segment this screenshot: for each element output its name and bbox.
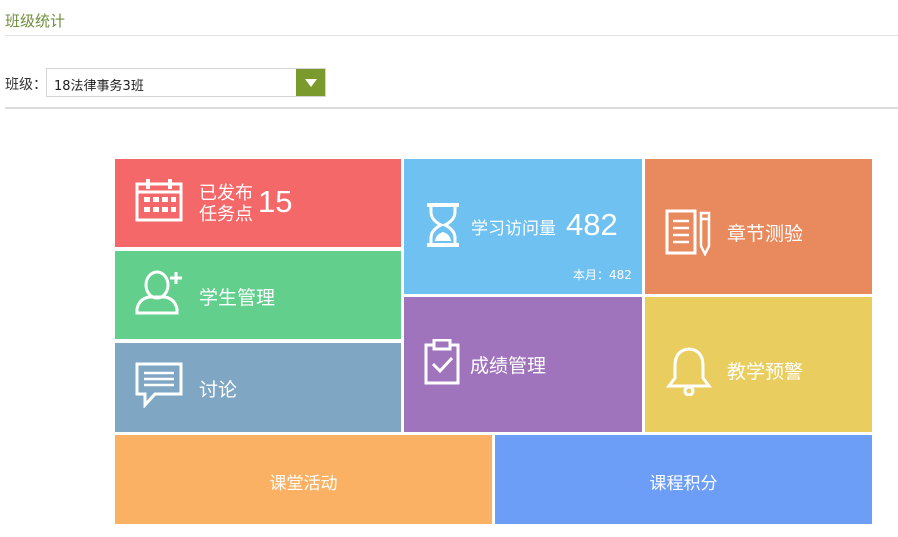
tile-student-management[interactable]: 学生管理	[115, 251, 401, 339]
page-title: 班级统计	[5, 12, 66, 30]
add-user-icon	[135, 270, 182, 315]
header-divider	[5, 35, 898, 36]
tile-discussion[interactable]: 讨论	[115, 343, 401, 432]
filter-divider	[5, 107, 898, 109]
warning-label: 教学预警	[727, 361, 804, 383]
class-select-value: 18法律事务3班	[54, 79, 144, 94]
tile-study-visits[interactable]: 学习访问量 482 本月：482	[404, 159, 642, 294]
hourglass-icon	[427, 203, 459, 247]
tile-teaching-warning[interactable]: 教学预警	[645, 297, 872, 432]
tile-course-points[interactable]: 课程积分	[495, 435, 872, 524]
tile-tasks-published[interactable]: 已发布 任务点 15	[115, 159, 401, 247]
tile-class-activity[interactable]: 课堂活动	[115, 435, 492, 524]
class-filter-label: 班级：	[5, 77, 47, 93]
tasks-label-line2: 任务点	[199, 204, 253, 225]
tile-grade-management[interactable]: 成绩管理	[404, 297, 642, 432]
visits-month-note: 本月：482	[573, 268, 632, 282]
document-pencil-icon	[665, 209, 711, 256]
quiz-label: 章节测验	[727, 223, 804, 245]
tile-chapter-quiz[interactable]: 章节测验	[645, 159, 872, 294]
visits-count: 482	[566, 207, 618, 242]
tasks-count: 15	[258, 184, 293, 219]
activity-label: 课堂活动	[269, 474, 338, 494]
chat-icon	[135, 362, 183, 408]
bell-icon	[666, 347, 712, 396]
calendar-icon	[135, 179, 183, 222]
chevron-down-icon[interactable]	[296, 69, 325, 96]
points-label: 课程积分	[649, 474, 718, 494]
class-select[interactable]: 18法律事务3班	[46, 68, 326, 97]
students-label: 学生管理	[199, 287, 276, 309]
clipboard-check-icon	[424, 339, 460, 385]
grades-label: 成绩管理	[470, 355, 547, 377]
visits-label: 学习访问量	[471, 219, 556, 239]
discussion-label: 讨论	[199, 379, 238, 401]
